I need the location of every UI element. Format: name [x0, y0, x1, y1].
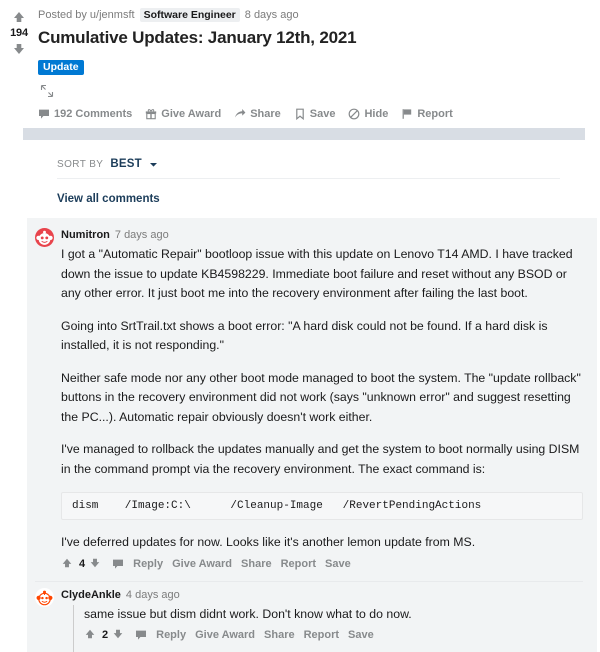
post-vote-column: 194 — [0, 6, 38, 128]
chevron-down-icon[interactable] — [149, 160, 158, 169]
page-title[interactable]: Cumulative Updates: January 12th, 2021 — [38, 27, 590, 49]
upvote-arrow-icon[interactable] — [61, 557, 75, 571]
comment-save-button[interactable]: Save — [348, 629, 374, 641]
post-timestamp: 8 days ago — [245, 8, 299, 22]
post-comments-label: 192 Comments — [54, 108, 132, 120]
comment-avatar-column — [35, 588, 61, 652]
comment-author[interactable]: ClydeAnkle — [61, 588, 121, 602]
post-flair-row: Update — [38, 57, 590, 75]
comment-share-button[interactable]: Share — [264, 629, 295, 641]
view-all-comments-link[interactable]: View all comments — [57, 179, 600, 218]
comment-give-award-button[interactable]: Give Award — [172, 558, 232, 570]
comment-paragraph: Neither safe mode nor any other boot mod… — [61, 369, 583, 428]
upvote-arrow-icon[interactable] — [84, 628, 98, 642]
comment-score: 4 — [79, 558, 85, 570]
comment-reply-button[interactable]: Reply — [156, 629, 186, 641]
post-save-button[interactable]: Save — [294, 108, 336, 120]
post-comments-button[interactable]: 192 Comments — [38, 108, 132, 120]
comment-give-award-button[interactable]: Give Award — [195, 629, 255, 641]
author-flair-badge: Software Engineer — [140, 8, 240, 22]
post-main: Posted by u/jenmsft Software Engineer 8 … — [38, 6, 600, 128]
share-arrow-icon — [234, 108, 246, 120]
sort-row: SORT BY BEST — [57, 158, 560, 179]
comment-bubble-icon — [112, 558, 124, 570]
expand-arrows-icon[interactable] — [40, 84, 54, 98]
downvote-arrow-icon[interactable] — [112, 628, 126, 642]
post-give-award-button[interactable]: Give Award — [145, 108, 221, 120]
comment-avatar-column — [35, 228, 61, 581]
comment-vote-group: 2 — [84, 628, 126, 642]
comment-thread-wrapper: same issue but dism didnt work. Don't kn… — [61, 605, 583, 652]
list-item: ClydeAnkle 4 days ago same issue but dis… — [27, 582, 597, 652]
post-vote-count: 194 — [10, 26, 28, 40]
gift-icon — [145, 108, 157, 120]
comment-paragraph: I've managed to rollback the updates man… — [61, 440, 583, 479]
hide-circle-icon — [348, 108, 360, 120]
post-give-award-label: Give Award — [161, 108, 221, 120]
downvote-arrow-icon[interactable] — [89, 557, 103, 571]
comment-header: Numitron 7 days ago — [61, 228, 583, 242]
comments-list: Numitron 7 days ago I got a "Automatic R… — [27, 218, 597, 652]
post-byline: Posted by u/jenmsft Software Engineer 8 … — [38, 8, 590, 22]
comment-reply-button[interactable]: Reply — [133, 558, 163, 570]
sort-by-value[interactable]: BEST — [110, 158, 141, 170]
flag-icon — [401, 108, 413, 120]
comment-paragraph: same issue but dism didnt work. Don't kn… — [84, 605, 583, 625]
post-report-button[interactable]: Report — [401, 108, 452, 120]
list-item: Numitron 7 days ago I got a "Automatic R… — [27, 228, 597, 581]
avatar[interactable] — [35, 588, 54, 607]
comment-author[interactable]: Numitron — [61, 228, 110, 242]
thread-collapse-line[interactable] — [73, 605, 74, 652]
comment-save-button[interactable]: Save — [325, 558, 351, 570]
comments-toolbar: SORT BY BEST View all comments — [0, 140, 600, 218]
post-report-label: Report — [417, 108, 452, 120]
comment-paragraph: Going into SrtTrail.txt shows a boot err… — [61, 317, 583, 356]
comment-timestamp: 4 days ago — [126, 588, 180, 602]
posted-by-label: Posted by — [38, 8, 87, 22]
post-save-label: Save — [310, 108, 336, 120]
code-block: dism /Image:C:\ /Cleanup-Image /RevertPe… — [61, 492, 583, 520]
comment-timestamp: 7 days ago — [115, 228, 169, 242]
comment-action-bar: 4 Reply Give Award Share Report Save — [61, 553, 583, 581]
post-share-button[interactable]: Share — [234, 108, 281, 120]
downvote-arrow-icon[interactable] — [12, 42, 26, 56]
comment-score: 2 — [102, 629, 108, 641]
post-hide-button[interactable]: Hide — [348, 108, 388, 120]
comment-bubble-icon — [135, 629, 147, 641]
comment-bubble-icon — [38, 108, 50, 120]
comment-body: ClydeAnkle 4 days ago same issue but dis… — [61, 588, 597, 652]
post-share-label: Share — [250, 108, 281, 120]
post-container: 194 Posted by u/jenmsft Software Enginee… — [0, 0, 600, 128]
post-hide-label: Hide — [364, 108, 388, 120]
sort-by-label: SORT BY — [57, 159, 103, 170]
upvote-arrow-icon[interactable] — [12, 10, 26, 24]
comment-report-button[interactable]: Report — [304, 629, 339, 641]
comment-closing-paragraph: I've deferred updates for now. Looks lik… — [61, 533, 583, 553]
comment-body: Numitron 7 days ago I got a "Automatic R… — [61, 228, 597, 581]
avatar[interactable] — [35, 228, 54, 247]
bookmark-icon — [294, 108, 306, 120]
comment-paragraph: I got a "Automatic Repair" bootloop issu… — [61, 245, 583, 304]
comment-share-button[interactable]: Share — [241, 558, 272, 570]
comment-report-button[interactable]: Report — [281, 558, 316, 570]
post-author-link[interactable]: u/jenmsft — [90, 8, 135, 22]
post-flair-badge[interactable]: Update — [38, 60, 84, 75]
comment-action-bar: 2 Reply Give Award Share Report Save — [84, 624, 583, 652]
comment-header: ClydeAnkle 4 days ago — [61, 588, 583, 602]
post-action-bar: 192 Comments Give Award Share — [38, 108, 590, 128]
comment-vote-group: 4 — [61, 557, 103, 571]
section-separator-band — [23, 128, 585, 140]
